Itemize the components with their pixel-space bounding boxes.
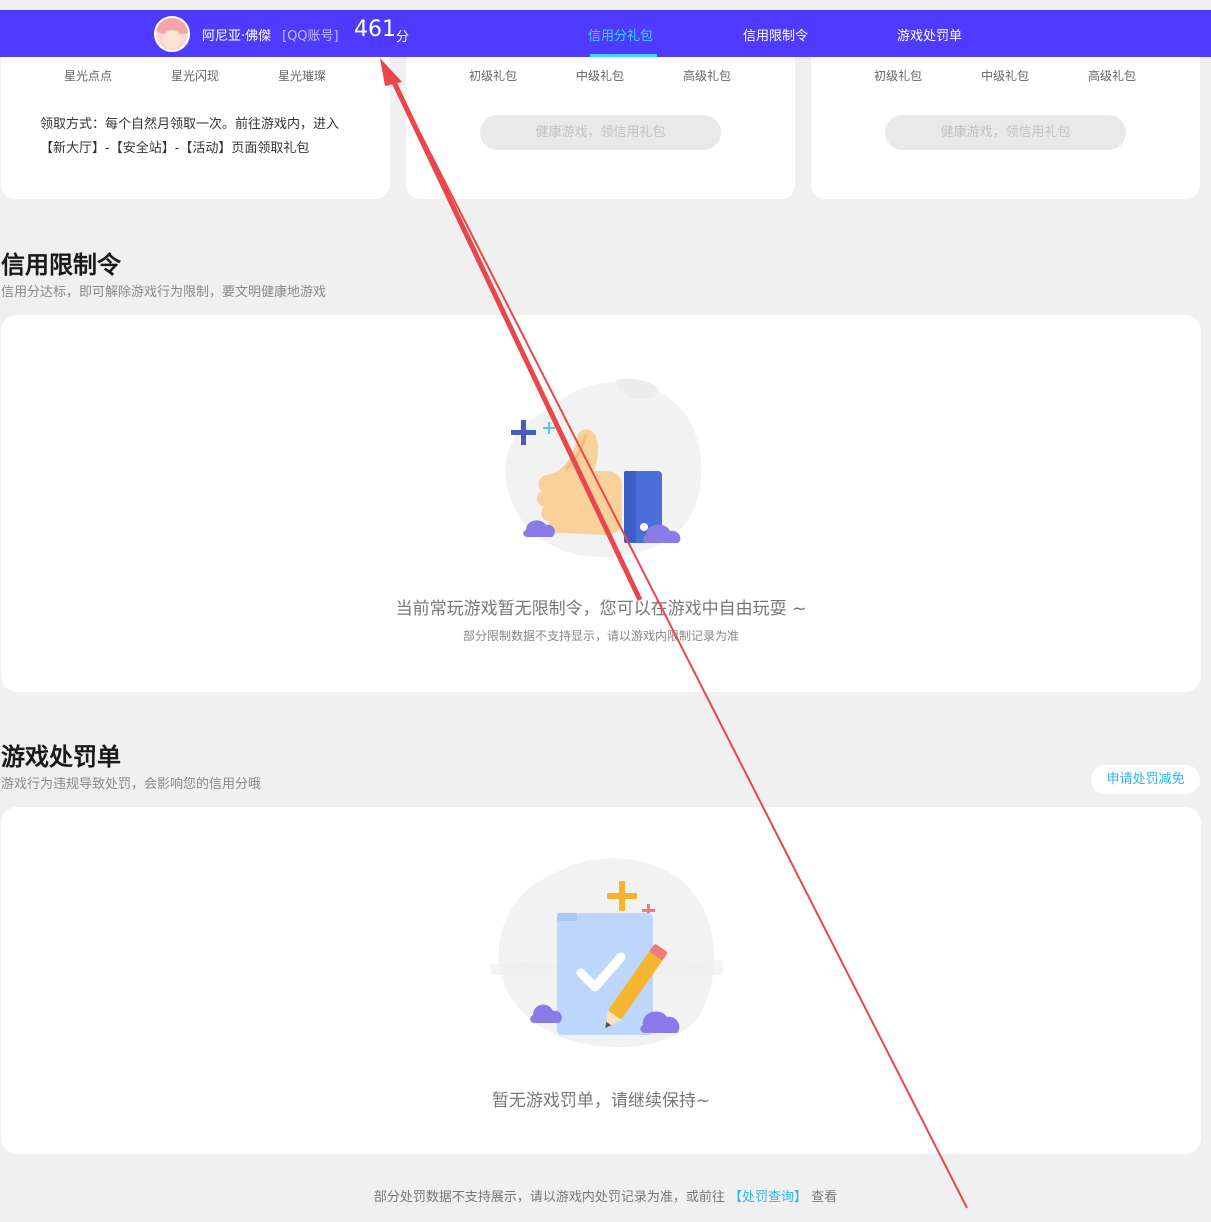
claim-gift-button[interactable]: 健康游戏，领信用礼包 xyxy=(885,115,1126,150)
tab-credit-gift[interactable]: 信用分礼包 xyxy=(588,25,653,44)
apply-penalty-reduction-button[interactable]: 申请处罚减免 xyxy=(1091,765,1200,794)
claim-method-text: 领取方式：每个自然月领取一次。前往游戏内，进入【新大厅】-【安全站】-【活动】页… xyxy=(40,117,340,156)
restriction-section-title: 信用限制令 xyxy=(1,251,121,279)
tab-game-penalty[interactable]: 游戏处罚单 xyxy=(897,25,962,44)
restriction-section-subtitle: 信用分达标，即可解除游戏行为限制，要文明健康地游戏 xyxy=(1,285,327,300)
penalty-section-subtitle: 游戏行为违规导致处罚，会影响您的信用分哦 xyxy=(1,777,262,792)
username: 阿尼亚·佛傑 xyxy=(202,29,272,44)
user-avatar[interactable] xyxy=(154,16,190,52)
tier-label: 初级礼包 xyxy=(468,69,517,83)
tier-label: 星光闪现 xyxy=(170,69,219,83)
gift-card-level: 初级礼包 中级礼包 高级礼包 健康游戏，领信用礼包 xyxy=(406,40,795,199)
credit-score-unit: 分 xyxy=(396,30,410,45)
tier-label: 高级礼包 xyxy=(1087,69,1136,83)
credit-score: 461 xyxy=(354,17,396,42)
restriction-panel: 当前常玩游戏暂无限制令，您可以在游戏中自由玩耍 ~ 部分限制数据不支持显示，请以… xyxy=(1,315,1201,692)
tier-label: 高级礼包 xyxy=(682,69,731,83)
tier-label: 星光璀璨 xyxy=(277,69,326,83)
top-nav-bar: 阿尼亚·佛傑 [QQ账号] 461 分 信用分礼包 信用限制令 游戏处罚单 xyxy=(0,10,1211,57)
tier-label: 中级礼包 xyxy=(575,69,624,83)
claim-gift-button[interactable]: 健康游戏，领信用礼包 xyxy=(480,115,721,150)
active-tab-indicator xyxy=(590,54,657,57)
account-type: [QQ账号] xyxy=(282,29,339,44)
restriction-empty-note: 部分限制数据不支持显示，请以游戏内限制记录为准 xyxy=(462,629,739,643)
tier-label: 星光点点 xyxy=(63,69,112,83)
tab-credit-restriction[interactable]: 信用限制令 xyxy=(743,25,808,44)
thumbs-up-icon xyxy=(505,378,702,558)
gift-card-starlight: 星光点点 星光闪现 星光璀璨 领取方式：每个自然月领取一次。前往游戏内，进入【新… xyxy=(1,40,390,199)
tier-label: 中级礼包 xyxy=(980,69,1029,83)
tier-label: 初级礼包 xyxy=(873,69,922,83)
penalty-panel: 暂无游戏罚单，请继续保持~ xyxy=(1,807,1201,1154)
penalty-section-title: 游戏处罚单 xyxy=(1,743,121,771)
penalty-empty-message: 暂无游戏罚单，请继续保持~ xyxy=(491,1091,711,1111)
gift-card-level: 初级礼包 中级礼包 高级礼包 健康游戏，领信用礼包 xyxy=(811,40,1200,199)
footer-text-suffix: 查看 xyxy=(811,1190,838,1205)
footer-text: 部分处罚数据不支持展示，请以游戏内处罚记录为准，或前往 xyxy=(373,1190,725,1205)
penalty-query-link[interactable]: 【处罚查询】 xyxy=(729,1190,807,1205)
penalty-footer-note: 部分处罚数据不支持展示，请以游戏内处罚记录为准，或前往 【处罚查询】 查看 xyxy=(0,1186,1211,1205)
clipboard-check-icon xyxy=(491,858,723,1047)
restriction-empty-message: 当前常玩游戏暂无限制令，您可以在游戏中自由玩耍 ~ xyxy=(395,599,807,619)
